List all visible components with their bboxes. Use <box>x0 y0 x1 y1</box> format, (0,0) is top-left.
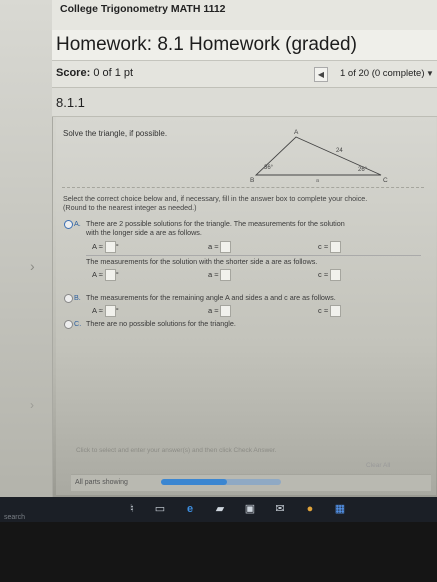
divider <box>62 187 424 188</box>
option-c-radio[interactable] <box>64 320 73 329</box>
option-c-text: There are no possible solutions for the … <box>86 319 236 328</box>
answer-row-b: A ≈ ° <box>92 305 119 317</box>
progress-fill <box>161 479 227 485</box>
course-bar: College Trigonometry MATH 1112 <box>52 0 437 31</box>
side-a-input-3[interactable] <box>220 305 232 317</box>
option-a-line-1: There are 2 possible solutions for the t… <box>86 219 345 228</box>
option-a-line-2: with the longer side a are as follows. <box>86 228 202 237</box>
answer-row-a2-a: a ≈ <box>208 269 232 281</box>
answer-row-b-a: a ≈ <box>208 305 232 317</box>
angle-a-label: A ≈ <box>92 241 103 251</box>
vertex-b-label: B <box>250 177 254 184</box>
question-panel: Solve the triangle, if possible. A B C 2… <box>56 117 436 495</box>
degree-symbol: ° <box>115 241 119 251</box>
chevron-right-icon[interactable]: › <box>30 398 34 412</box>
option-a-letter: A. <box>74 219 81 228</box>
option-c-letter: C. <box>74 319 82 328</box>
clear-all-button[interactable]: Clear All <box>366 462 390 469</box>
question-position: 1 of 20 (0 complete) <box>340 68 425 79</box>
side-c-input-3[interactable] <box>329 305 341 317</box>
side-24-label: 24 <box>336 148 343 154</box>
side-a-label: a ≈ <box>208 305 219 315</box>
progress-bar <box>161 479 281 485</box>
degree-symbol: ° <box>115 305 119 315</box>
homework-header: Homework: 8.1 Homework (graded) <box>52 30 437 61</box>
angle-c-label: 26° <box>358 167 368 173</box>
score-value: 0 of 1 pt <box>93 67 134 79</box>
vertex-a-label: A <box>294 129 299 136</box>
side-c-label: c ≈ <box>318 305 328 315</box>
angle-a-input-1[interactable] <box>104 241 116 253</box>
chevron-right-icon[interactable]: › <box>30 258 35 274</box>
app-icon[interactable]: ▦ <box>332 502 348 516</box>
side-a-label: a ≈ <box>208 241 219 251</box>
store-icon[interactable]: ▣ <box>242 502 258 516</box>
side-c-input-2[interactable] <box>329 269 341 281</box>
degree-symbol: ° <box>115 269 119 279</box>
instructions-text: Select the correct choice below and, if … <box>63 194 368 203</box>
angle-a-label: A ≈ <box>92 305 103 315</box>
side-a-label: a ≈ <box>208 269 219 279</box>
chrome-browser-icon[interactable]: ● <box>302 502 318 516</box>
parts-bar: All parts showing <box>71 474 431 491</box>
file-explorer-icon[interactable]: ▰ <box>212 502 228 516</box>
option-b-letter: B. <box>74 293 81 302</box>
parts-showing[interactable]: All parts showing <box>75 479 128 486</box>
option-a-radio[interactable] <box>64 220 73 229</box>
divider <box>86 255 421 256</box>
angle-a-input-2[interactable] <box>104 269 116 281</box>
side-a-input-1[interactable] <box>220 241 232 253</box>
question-number-bar: 8.1.1 <box>52 88 437 117</box>
task-view-icon[interactable]: ▭ <box>152 502 168 516</box>
vertex-c-label: C <box>383 177 388 184</box>
option-a-line-3: The measurements for the solution with t… <box>86 257 318 266</box>
angle-a-input-3[interactable] <box>104 305 116 317</box>
answer-row-a1-c: c ≈ <box>318 241 341 253</box>
answer-row-b-c: c ≈ <box>318 305 341 317</box>
hint-text: Click to select and enter your answer(s)… <box>76 447 277 454</box>
left-rail: › › <box>0 0 53 497</box>
answer-row-a1: A ≈ ° <box>92 241 119 253</box>
score-label: Score: <box>56 67 91 79</box>
taskbar-search[interactable]: search <box>4 514 25 521</box>
option-b-text: The measurements for the remaining angle… <box>86 293 336 302</box>
microphone-icon[interactable]: ♮ <box>124 502 140 516</box>
side-c-label: c ≈ <box>318 269 328 279</box>
mail-icon[interactable]: ✉ <box>272 502 288 516</box>
option-a-text: There are 2 possible solutions for the t… <box>86 219 431 237</box>
question-prompt: Solve the triangle, if possible. <box>63 129 168 138</box>
score: Score: 0 of 1 pt <box>56 67 133 79</box>
chevron-down-icon[interactable]: ▼ <box>426 69 434 78</box>
homework-title: Homework: 8.1 Homework (graded) <box>56 34 357 55</box>
previous-question-button[interactable]: ◀ <box>314 67 328 82</box>
instructions: Select the correct choice below and, if … <box>63 194 433 212</box>
question-number: 8.1.1 <box>56 95 85 110</box>
course-title: College Trigonometry MATH 1112 <box>60 3 226 15</box>
side-c-label: c ≈ <box>318 241 328 251</box>
browser-screen: › › College Trigonometry MATH 1112 Homew… <box>0 0 437 497</box>
side-a-label: a <box>316 178 320 184</box>
monitor-bezel <box>0 522 437 582</box>
answer-row-a1-a: a ≈ <box>208 241 232 253</box>
edge-browser-icon[interactable]: e <box>182 502 198 516</box>
round-note: (Round to the nearest integer as needed.… <box>63 203 197 212</box>
answer-row-a2: A ≈ ° <box>92 269 119 281</box>
angle-a-label: A ≈ <box>92 269 103 279</box>
taskbar: search ♮ ▭ e ▰ ▣ ✉ ● ▦ <box>0 497 437 522</box>
option-b-radio[interactable] <box>64 294 73 303</box>
side-c-input-1[interactable] <box>329 241 341 253</box>
answer-row-a2-c: c ≈ <box>318 269 341 281</box>
angle-b-label: 36° <box>264 165 274 171</box>
score-bar: Score: 0 of 1 pt ◀ 1 of 20 (0 complete) … <box>52 61 437 88</box>
triangle-figure: A B C 24 a 36° 26° <box>250 129 388 184</box>
side-a-input-2[interactable] <box>220 269 232 281</box>
